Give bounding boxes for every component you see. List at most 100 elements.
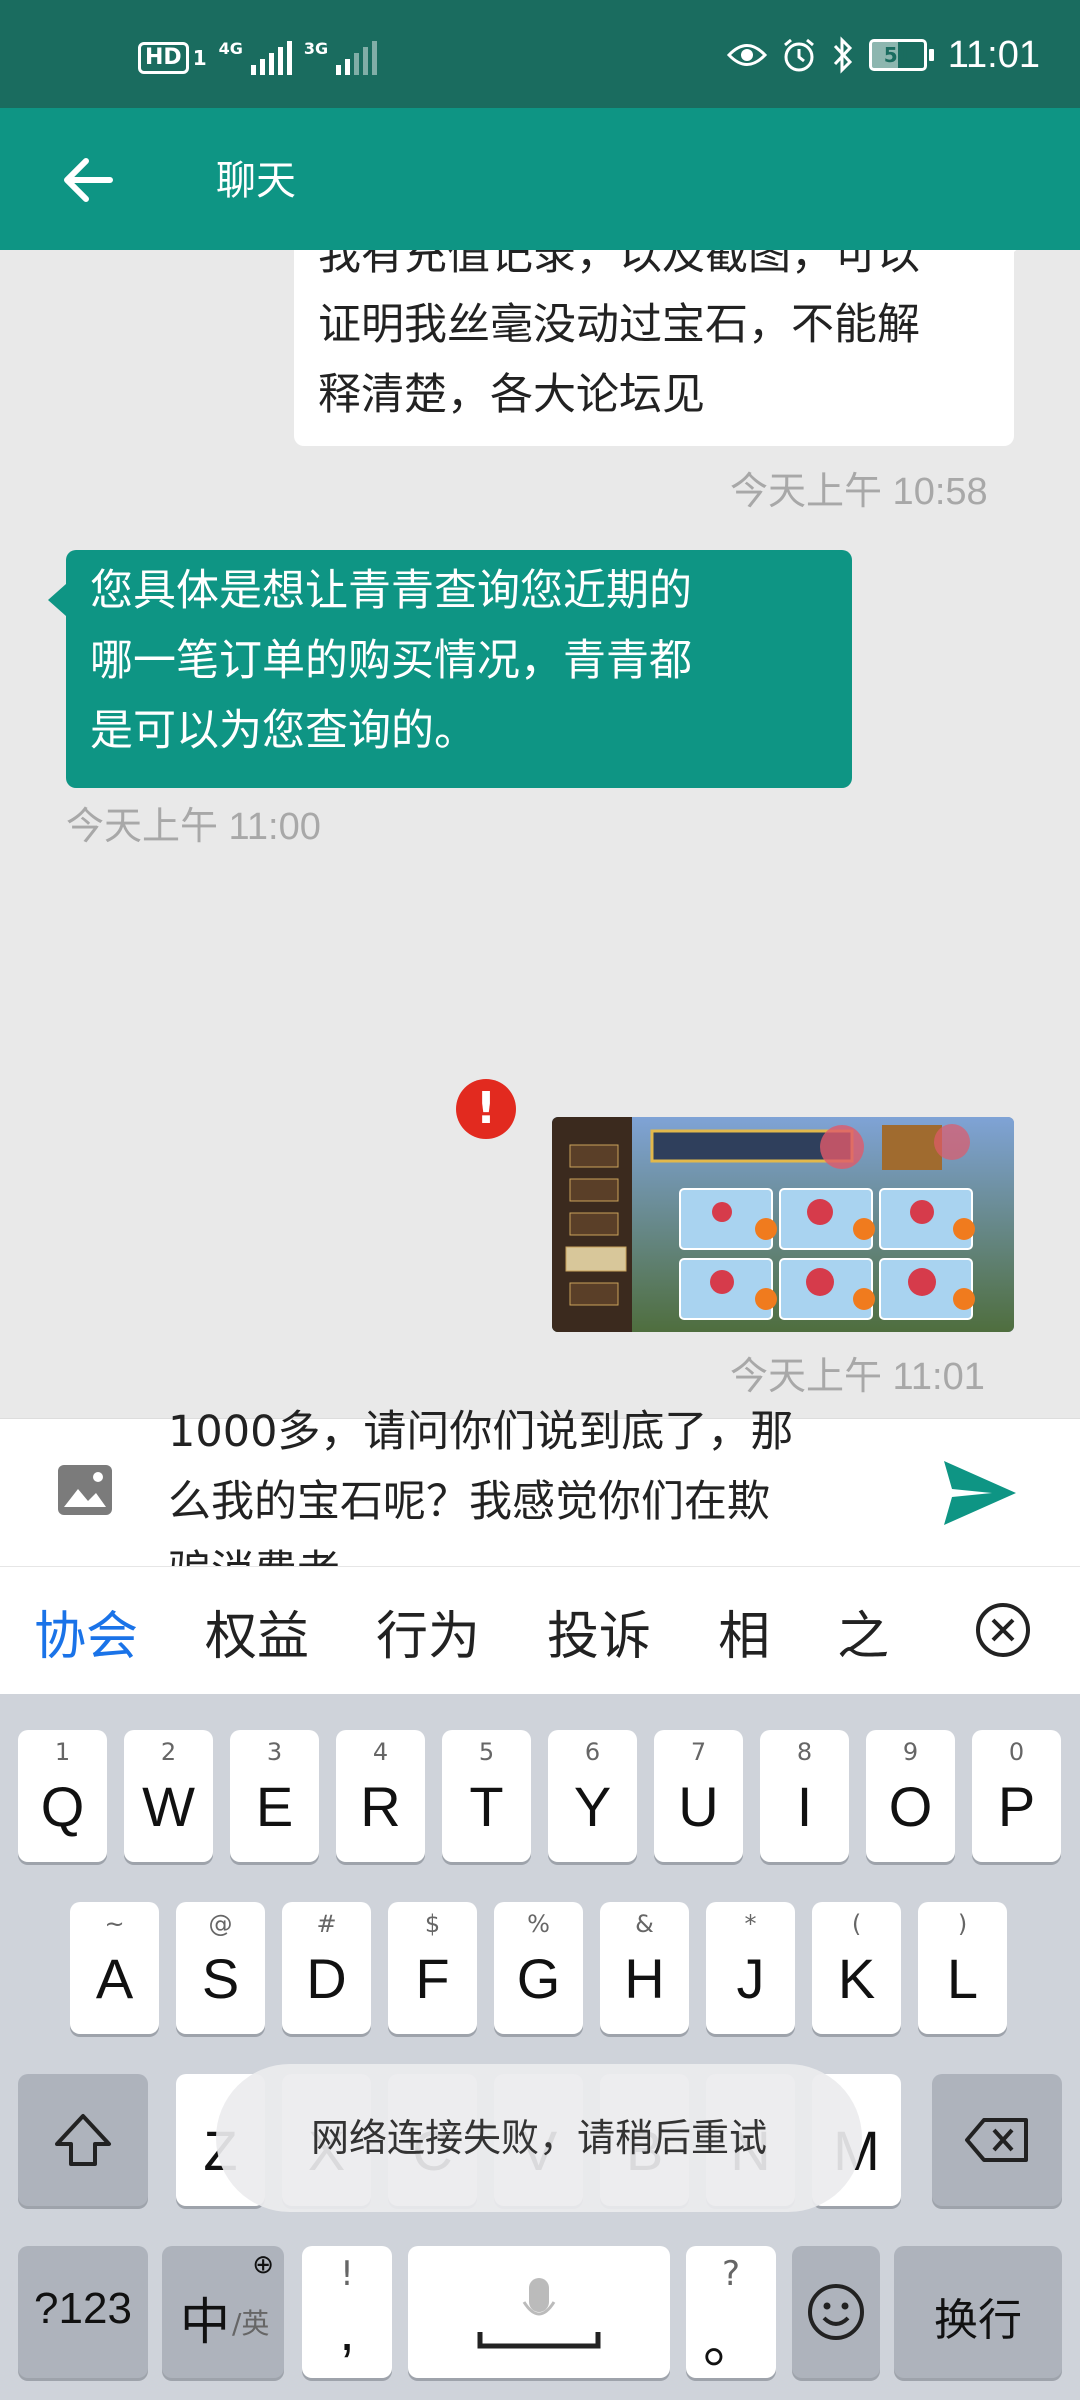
key-hint: @ (208, 1910, 233, 1938)
battery-level: 51 (883, 43, 912, 67)
backspace-icon (965, 2118, 1028, 2162)
eye-icon (726, 44, 767, 66)
back-button[interactable] (48, 140, 128, 220)
key-label: F (415, 1947, 450, 2010)
key-e[interactable]: 3E (230, 1730, 319, 1862)
key-hint: 1 (54, 1738, 71, 1766)
key-q[interactable]: 1Q (18, 1730, 107, 1862)
close-candidates-icon[interactable] (974, 1601, 1032, 1659)
space-key[interactable] (408, 2246, 670, 2378)
key-hint: 8 (796, 1738, 813, 1766)
candidate-word[interactable]: 投诉 (547, 1594, 651, 1669)
message-timestamp: 今天上午 11:01 (730, 1356, 985, 1398)
key-a[interactable]: ~ A (70, 1902, 159, 2034)
microphone-icon (477, 2278, 601, 2349)
status-right: 51 11:01 (726, 30, 1040, 80)
enter-key[interactable]: 换行 (894, 2246, 1062, 2378)
send-failed-icon[interactable]: ! (456, 1079, 516, 1139)
key-label: Q (40, 1775, 85, 1838)
key-hint: 0 (1008, 1738, 1025, 1766)
key-label: K (837, 1947, 876, 2010)
numbers-key[interactable]: ?123 (18, 2246, 148, 2378)
key-label: L (946, 1947, 979, 2010)
key-y[interactable]: 6Y (548, 1730, 637, 1862)
candidate-word[interactable]: 协会 (34, 1594, 138, 1669)
key-s[interactable]: @ S (176, 1902, 265, 2034)
candidate-fade (928, 1589, 934, 1673)
key-l[interactable]: ) L (918, 1902, 1007, 2034)
comma-key-label: , (339, 2299, 355, 2362)
candidate-word[interactable]: 之 (837, 1594, 889, 1669)
key-label: A (95, 1947, 134, 2010)
status-left: HD 1 4G 3G (138, 38, 378, 78)
key-p[interactable]: 0P (972, 1730, 1061, 1862)
message-bubble-incoming[interactable]: 您具体是想让青青查询您近期的 哪一笔订单的购买情况，青青都 是可以为您查询的。 (48, 550, 852, 788)
key-hint: * (744, 1910, 757, 1938)
key-label: O (888, 1775, 933, 1838)
message-bubble-outgoing[interactable]: 我有充值记录，以及截图，可以 证明我丝毫没动过宝石，不能解 释清楚，各大论坛见 (294, 250, 1032, 446)
key-u[interactable]: 7U (654, 1730, 743, 1862)
comma-key[interactable]: ! , (302, 2246, 392, 2378)
key-label: I (796, 1775, 813, 1838)
emoji-icon (808, 2284, 864, 2340)
emoji-key[interactable] (792, 2246, 880, 2378)
key-label: U (678, 1775, 719, 1838)
candidate-word[interactable]: 权益 (205, 1594, 309, 1669)
comma-key-hint: ! (340, 2254, 354, 2294)
key-label: S (201, 1947, 240, 2010)
numbers-key-label: ?123 (34, 2284, 132, 2333)
message-timestamp: 今天上午 10:58 (730, 471, 988, 513)
backspace-key[interactable] (932, 2074, 1062, 2206)
key-f[interactable]: $ F (388, 1902, 477, 2034)
key-label: Y (573, 1775, 612, 1838)
language-sub-label: /英 (232, 2307, 270, 2340)
page-title: 聊天 (216, 158, 296, 204)
key-label: P (997, 1775, 1036, 1838)
signal-2-icon: 3G (304, 41, 378, 75)
app-bar: 聊天 (0, 108, 1080, 250)
soft-keyboard: 1Q2W3E4R5T6Y7U8I9O0P ~ A @ S # D $ F% G & H * J(K) L … (0, 1694, 1080, 2400)
key-hint: ( (851, 1910, 862, 1938)
key-hint: 5 (478, 1738, 495, 1766)
key-hint: 6 (584, 1738, 601, 1766)
key-label: H (624, 1947, 665, 2010)
period-key-label: 。 (703, 2311, 759, 2374)
key-hint: & (635, 1910, 654, 1938)
key-k[interactable]: (K (812, 1902, 901, 2034)
message-timestamp: 今天上午 11:00 (66, 806, 321, 848)
candidate-word[interactable]: 相 (718, 1594, 770, 1669)
key-r[interactable]: 4R (336, 1730, 425, 1862)
sim1-label: 1 (192, 46, 207, 70)
image-picker-icon[interactable] (56, 1461, 114, 1519)
chat-messages[interactable]: 我有充值记录，以及截图，可以 证明我丝毫没动过宝石，不能解 释清楚，各大论坛见 … (0, 250, 1080, 1418)
enter-key-label: 换行 (934, 2296, 1022, 2345)
key-h[interactable]: & H (600, 1902, 689, 2034)
message-composer: 1000多，请问你们说到底了，那 么我的宝石呢？我感觉你们在欺 骗消费者 (0, 1407, 1080, 1567)
message-input[interactable]: 1000多，请问你们说到底了，那 么我的宝石呢？我感觉你们在欺 骗消费者 (168, 1397, 868, 1567)
bluetooth-icon (833, 36, 852, 74)
key-label: E (255, 1775, 294, 1838)
status-time: 11:01 (947, 33, 1040, 76)
send-icon[interactable] (940, 1457, 1020, 1529)
key-hint: $ (424, 1910, 441, 1938)
shift-key[interactable] (18, 2074, 148, 2206)
image-message[interactable] (552, 1117, 1014, 1332)
key-j[interactable]: * J (706, 1902, 795, 2034)
language-main-label: 中 (180, 2293, 230, 2351)
key-g[interactable]: % G (494, 1902, 583, 2034)
key-o[interactable]: 9O (866, 1730, 955, 1862)
key-t[interactable]: 5T (442, 1730, 531, 1862)
key-i[interactable]: 8I (760, 1730, 849, 1862)
hd-badge: HD (138, 42, 189, 74)
language-switch-key[interactable]: ⊕ 中 /英 (162, 2246, 284, 2378)
key-w[interactable]: 2W (124, 1730, 213, 1862)
period-key-hint: ? (721, 2254, 741, 2294)
key-d[interactable]: # D (282, 1902, 371, 2034)
key-label: R (360, 1775, 401, 1838)
candidate-word[interactable]: 行为 (376, 1594, 480, 1669)
status-bar: HD 1 4G 3G 51 11:01 (0, 0, 1080, 108)
period-key[interactable]: ? 。 (686, 2246, 776, 2378)
alarm-icon (783, 38, 814, 72)
key-hint: ) (957, 1910, 968, 1938)
key-label: J (736, 1947, 765, 2010)
